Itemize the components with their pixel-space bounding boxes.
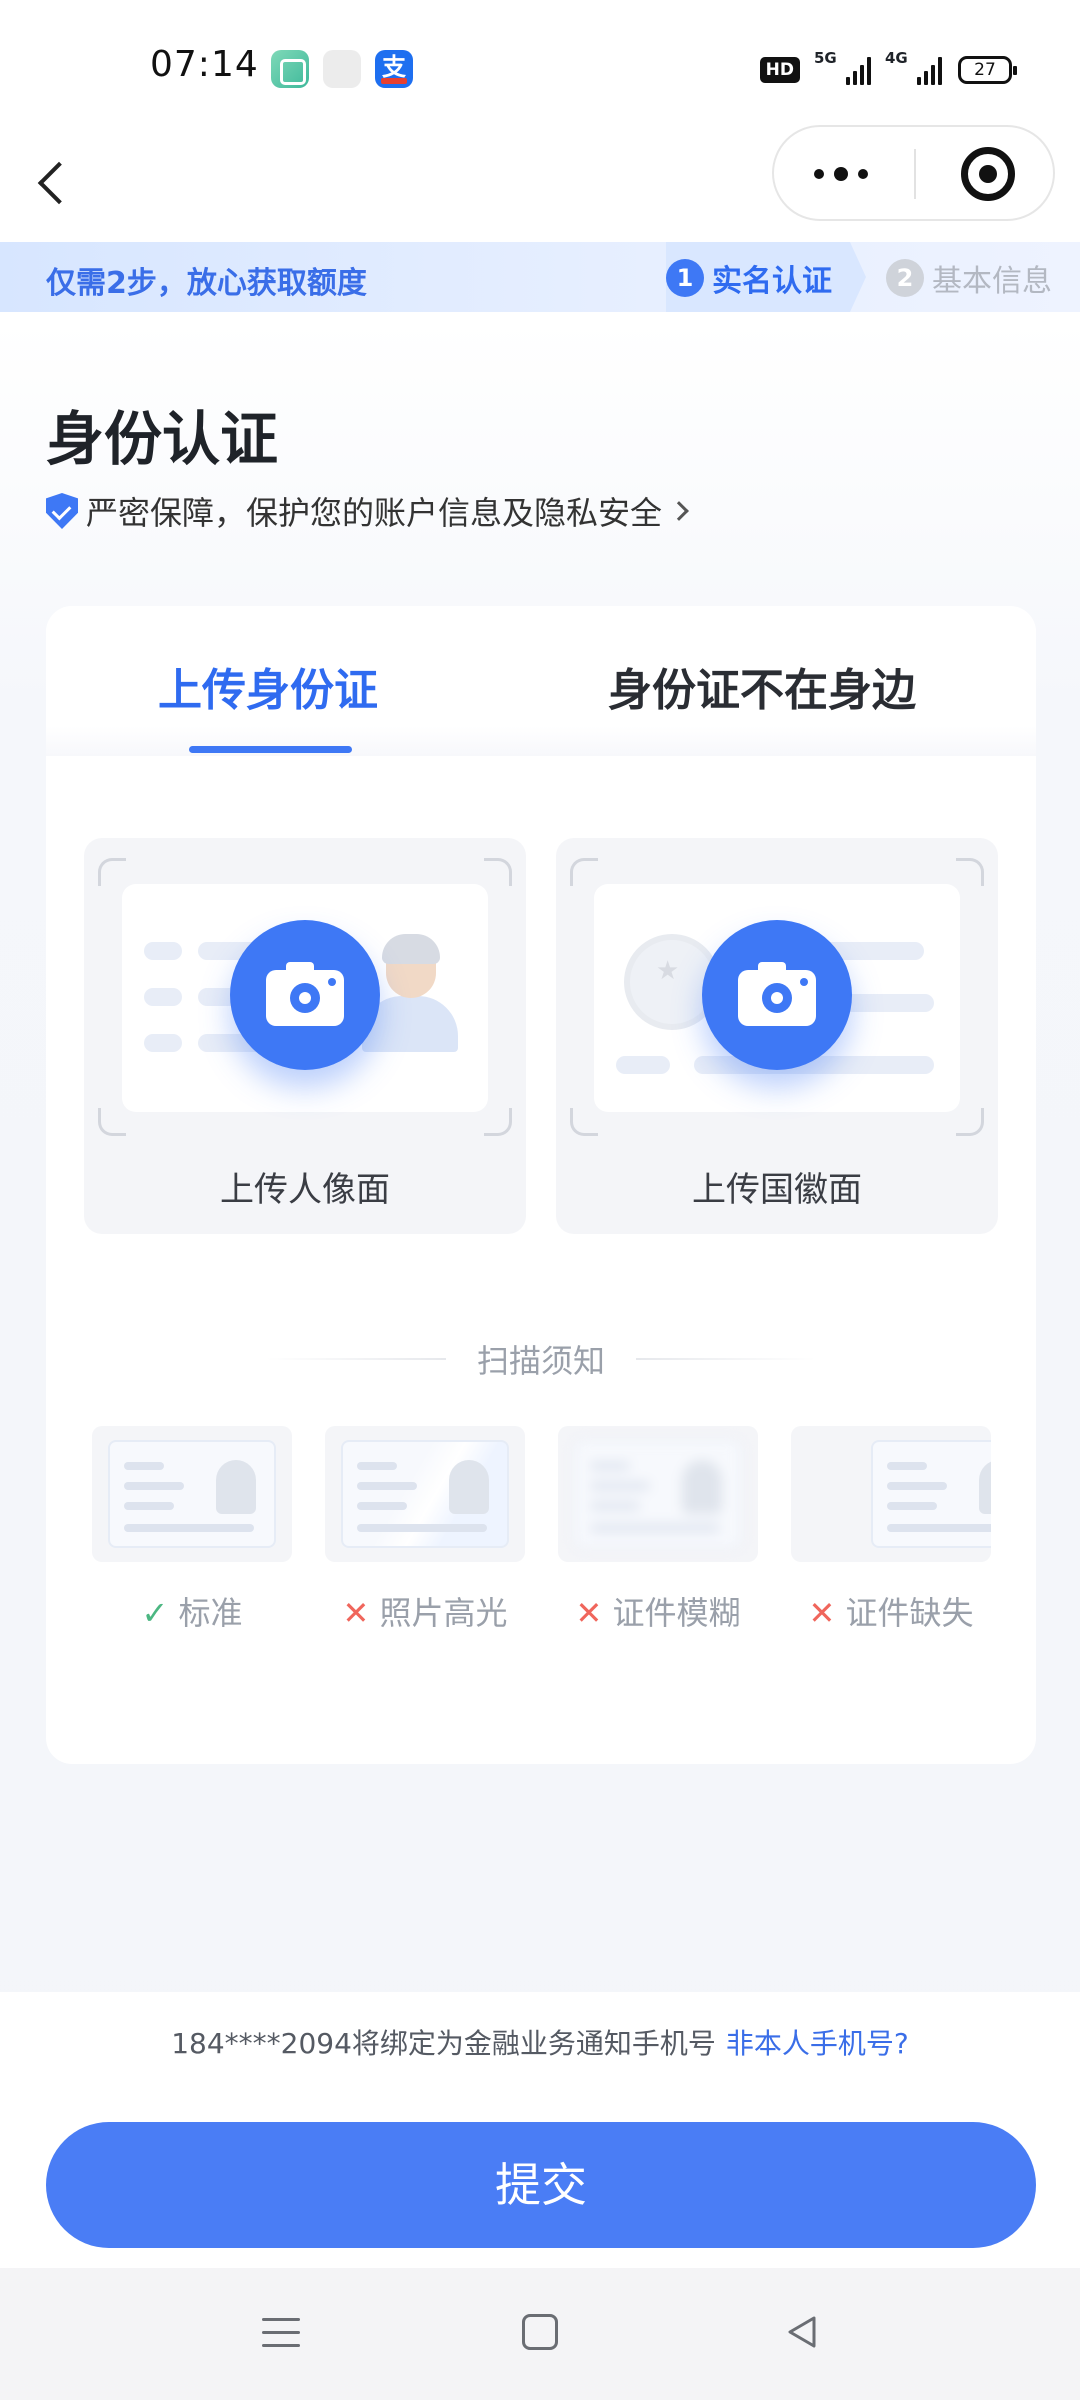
step-1: 1 实名认证 [666,256,832,300]
tab-bar: 上传身份证 身份证不在身边 [46,606,1036,756]
step-2-number: 2 [886,259,924,297]
signal-4g-label: 4G [885,49,908,67]
sample-label: ✕ 照片高光 [342,1594,508,1632]
signal-5g-icon: 5G [814,49,871,85]
sample-standard: ✓ 标准 [92,1426,292,1656]
upload-emblem-label: 上传国徽面 [692,1170,862,1210]
submit-button[interactable]: 提交 [46,2122,1036,2248]
upload-portrait-label: 上传人像面 [220,1170,390,1210]
page: 07:14 支 HD 5G 4G 27 仅需2步，放心获取额度 1 实名认证 2… [0,0,1080,2400]
status-time: 07:14 [150,44,259,85]
app-blank-icon [323,50,361,88]
sample-thumbnail [558,1426,758,1562]
mini-program-capsule [772,125,1055,221]
footer: 184****2094将绑定为金融业务通知手机号 非本人手机号? 提交 [0,1992,1080,2268]
home-icon[interactable] [522,2314,558,2350]
sample-missing: ✕ 证件缺失 [791,1426,991,1656]
cross-icon: ✕ [808,1594,836,1632]
system-nav-bar [0,2268,1080,2400]
phone-note-text: 184****2094将绑定为金融业务通知手机号 [171,2027,716,2060]
divider-line [636,1358,816,1360]
sample-glare: ✕ 照片高光 [325,1426,525,1656]
capsule-divider [914,149,916,199]
battery-icon: 27 [958,56,1017,84]
step-2: 2 基本信息 [886,256,1052,300]
status-right: HD 5G 4G 27 [759,49,1017,90]
menu-icon[interactable] [262,2316,300,2350]
check-icon: ✓ [141,1594,169,1632]
cross-icon: ✕ [342,1594,370,1632]
upload-portrait-side[interactable]: 上传人像面 [84,838,526,1234]
app-green-icon [271,50,309,88]
more-dots-icon[interactable] [774,127,914,219]
signal-4g-icon: 4G [885,49,942,85]
step-2-label: 基本信息 [932,264,1052,299]
step-1-number: 1 [666,259,704,297]
shield-check-icon [46,493,78,529]
tab-upload-id[interactable]: 上传身份证 [158,654,378,718]
id-upload-card: 上传身份证 身份证不在身边 上传人像面 ★ 上传国徽面 扫描须知 ✓ 标准 ✕ … [46,606,1036,1764]
camera-icon[interactable] [702,920,852,1070]
security-link[interactable]: 严密保障，保护您的账户信息及隐私安全 [46,488,689,534]
hd-icon: HD [759,57,800,83]
scan-samples: ✓ 标准 ✕ 照片高光 ✕ 证件模糊 ✕ 证件缺失 [92,1426,992,1656]
step-banner: 仅需2步，放心获取额度 1 实名认证 2 基本信息 [0,242,1080,312]
sample-label: ✕ 证件模糊 [575,1594,741,1632]
back-arrow-icon[interactable] [28,146,88,216]
banner-text: 仅需2步，放心获取额度 [46,266,367,301]
sample-thumbnail [325,1426,525,1562]
signal-5g-label: 5G [814,49,837,67]
phone-binding-note: 184****2094将绑定为金融业务通知手机号 非本人手机号? [0,2022,1080,2062]
status-bar: 07:14 支 HD 5G 4G 27 [0,0,1080,120]
sample-label: ✓ 标准 [141,1594,243,1632]
step-1-label: 实名认证 [712,264,832,299]
tab-id-not-present[interactable]: 身份证不在身边 [608,654,916,718]
sample-thumbnail [791,1426,991,1562]
nav-bar [0,120,1080,242]
page-title: 身份认证 [46,405,279,473]
security-text: 严密保障，保护您的账户信息及隐私安全 [86,494,663,532]
back-triangle-icon[interactable] [782,2312,822,2352]
tab-indicator [189,746,352,753]
target-circle-icon[interactable] [961,147,1015,201]
sample-thumbnail [92,1426,292,1562]
camera-icon[interactable] [230,920,380,1070]
sample-label: ✕ 证件缺失 [808,1594,974,1632]
alipay-icon: 支 [375,50,413,88]
chevron-right-icon [669,501,689,521]
sample-blurry: ✕ 证件模糊 [558,1426,758,1656]
not-my-phone-link[interactable]: 非本人手机号? [726,2027,909,2060]
scan-notes-title: 扫描须知 [476,1342,605,1380]
upload-emblem-side[interactable]: 上传国徽面 [556,838,998,1234]
cross-icon: ✕ [575,1594,603,1632]
